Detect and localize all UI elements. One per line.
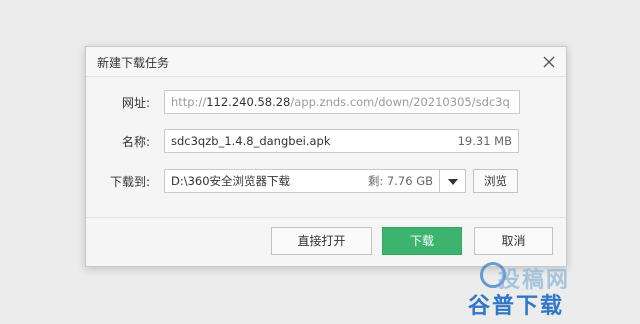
url-row: 网址: http://112.240.58.28/app.znds.com/do… <box>86 90 566 114</box>
browse-button[interactable]: 浏览 <box>473 169 518 193</box>
name-row: 名称: sdc3qzb_1.4.8_dangbei.apk 19.31 MB <box>86 129 566 153</box>
chevron-down-icon <box>448 179 458 185</box>
site-watermark: 投稿网 谷普下载 <box>458 262 628 319</box>
file-name-value: sdc3qzb_1.4.8_dangbei.apk <box>171 134 331 148</box>
free-space: 剩: 7.76 GB <box>367 174 433 188</box>
file-name-field[interactable]: sdc3qzb_1.4.8_dangbei.apk 19.31 MB <box>164 129 519 153</box>
dir-row: 下载到: D:\360安全浏览器下载 剩: 7.76 GB 浏览 <box>86 169 566 193</box>
dialog-footer: 直接打开 下载 取消 <box>86 217 566 266</box>
download-button[interactable]: 下载 <box>382 227 462 255</box>
url-label: 网址: <box>121 96 150 110</box>
dir-dropdown-button[interactable] <box>440 169 466 193</box>
url-field[interactable]: http://112.240.58.28/app.znds.com/down/2… <box>164 90 520 114</box>
name-label: 名称: <box>121 135 150 149</box>
new-download-dialog: 新建下载任务 网址: http://112.240.58.28/app.znds… <box>85 46 567 267</box>
open-directly-button[interactable]: 直接打开 <box>271 227 372 255</box>
url-host: 112.240.58.28 <box>206 95 291 109</box>
file-size: 19.31 MB <box>457 134 512 148</box>
url-prefix: http:// <box>171 95 207 109</box>
save-dir-value: D:\360安全浏览器下载 <box>171 174 291 188</box>
url-path: /app.znds.com/down/20210305/sdc3q <box>290 95 510 109</box>
save-dir-field[interactable]: D:\360安全浏览器下载 剩: 7.76 GB <box>164 169 440 193</box>
dialog-title: 新建下载任务 <box>97 56 170 70</box>
dir-label: 下载到: <box>109 175 150 189</box>
cancel-button[interactable]: 取消 <box>474 227 553 255</box>
watermark-text-bottom: 谷普下载 <box>468 294 565 319</box>
close-icon[interactable] <box>541 54 557 70</box>
dialog-titlebar: 新建下载任务 <box>86 47 566 77</box>
